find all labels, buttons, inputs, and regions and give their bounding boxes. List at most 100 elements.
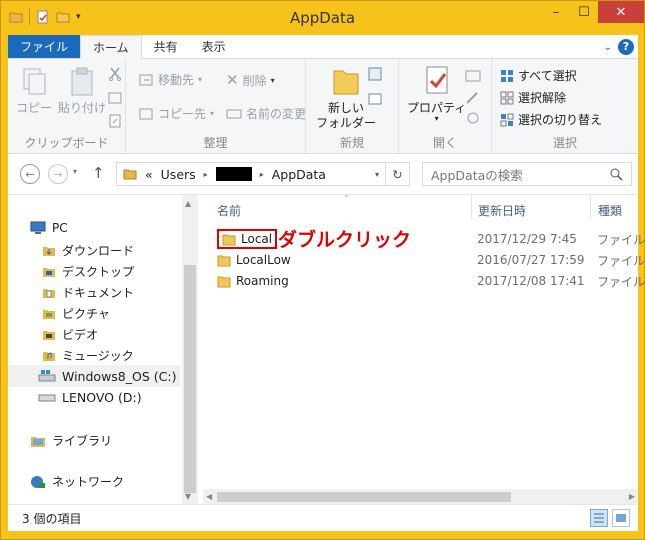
paste-label: 貼り付け: [58, 101, 107, 115]
nav-network-label: ネットワーク: [52, 475, 125, 489]
tab-file[interactable]: ファイル: [8, 35, 81, 58]
forward-button[interactable]: →: [48, 164, 68, 184]
open-group-label: 開く: [432, 136, 457, 150]
select-none-button[interactable]: 選択解除: [500, 89, 566, 106]
file-list: ⌃ 名前 更新日時 種類 Local 2017/12/29 7:45 ファイル …: [203, 194, 645, 505]
nav-libraries[interactable]: ライブラリ: [30, 432, 112, 449]
invert-selection-button[interactable]: 選択の切り替え: [500, 111, 602, 128]
scroll-right-icon[interactable]: ▶: [629, 492, 635, 501]
nav-item-downloads[interactable]: ダウンロード: [42, 242, 134, 259]
open-icon[interactable]: [465, 69, 481, 83]
history-dropdown-icon[interactable]: ▾: [73, 167, 77, 176]
copy-path-icon[interactable]: [108, 91, 122, 105]
new-folder-button[interactable]: 新しい フォルダー: [316, 65, 376, 131]
horizontal-scroll-thumb[interactable]: [217, 492, 511, 502]
help-icon[interactable]: ?: [618, 39, 634, 55]
desktop-folder-icon: [43, 267, 55, 277]
scroll-up-icon[interactable]: ▲: [185, 199, 191, 208]
nav-item-label: ドキュメント: [62, 286, 135, 300]
copy-to-label: コピー先: [158, 107, 207, 121]
refresh-icon[interactable]: ↻: [385, 163, 409, 185]
nav-item-desktop[interactable]: デスクトップ: [42, 263, 134, 280]
column-divider[interactable]: [590, 195, 591, 219]
file-row-locallow[interactable]: LocalLow 2016/07/27 17:59 ファイル: [217, 250, 645, 270]
search-icon[interactable]: [610, 168, 623, 181]
view-buttons: [590, 509, 630, 527]
edit-icon[interactable]: [465, 91, 481, 105]
details-view-icon[interactable]: [590, 509, 608, 527]
nav-item-label: ビデオ: [62, 328, 99, 342]
content-area: PC ダウンロード デスクトップ ドキュメント ピクチャ ビデオ ミュージック …: [8, 194, 645, 505]
path-overflow[interactable]: «: [145, 167, 153, 182]
history-icon[interactable]: [465, 111, 481, 125]
column-divider[interactable]: [471, 195, 472, 219]
maximize-button[interactable]: ☐: [570, 1, 598, 23]
nav-drive-d-label: LENOVO (D:): [62, 390, 142, 405]
properties-icon: [426, 66, 448, 94]
tab-view[interactable]: 表示: [190, 35, 238, 58]
file-row-local[interactable]: Local 2017/12/29 7:45 ファイル: [217, 229, 645, 249]
close-button[interactable]: ✕: [598, 1, 644, 23]
column-type[interactable]: 種類: [598, 202, 622, 219]
properties-button[interactable]: プロパティ ▾: [407, 65, 466, 123]
breadcrumb-chevron-icon[interactable]: ▸: [204, 170, 208, 179]
large-icons-view-icon[interactable]: [612, 509, 630, 527]
rename-button[interactable]: 名前の変更: [226, 105, 306, 122]
cut-icon[interactable]: [108, 67, 122, 81]
nav-item-label: ピクチャ: [62, 307, 110, 321]
horizontal-scrollbar[interactable]: ◀ ▶: [203, 489, 638, 505]
nav-network[interactable]: ネットワーク: [30, 473, 124, 490]
search-input[interactable]: AppDataの検索: [422, 162, 632, 186]
select-all-button[interactable]: すべて選択: [500, 67, 577, 84]
paste-button[interactable]: 貼り付け: [58, 67, 106, 116]
easy-access-icon[interactable]: [368, 91, 386, 107]
new-folder-icon: [333, 70, 359, 95]
file-row-roaming[interactable]: Roaming 2017/12/08 17:41 ファイル: [217, 271, 645, 291]
delete-button[interactable]: ✕ 削除 ▾: [226, 71, 275, 89]
breadcrumb-users[interactable]: Users: [161, 167, 196, 182]
move-to-button[interactable]: 移動先 ▾: [138, 71, 202, 88]
scroll-left-icon[interactable]: ◀: [206, 492, 212, 501]
address-dropdown-icon[interactable]: ▾: [375, 170, 379, 179]
copy-to-button[interactable]: コピー先 ▾: [138, 105, 214, 122]
folder-icon: [123, 169, 137, 180]
drive-icon: [38, 394, 56, 401]
nav-pc[interactable]: PC: [30, 221, 68, 235]
column-date[interactable]: 更新日時: [478, 202, 526, 219]
select-none-icon: [500, 91, 514, 104]
scroll-down-icon[interactable]: ▼: [185, 492, 191, 501]
file-name: LocalLow: [236, 253, 291, 267]
nav-drive-c[interactable]: Windows8_OS (C:): [8, 365, 180, 387]
address-path[interactable]: « Users ▸ ▸ AppData ▾ ↻: [116, 162, 410, 186]
folder-icon: [217, 255, 231, 266]
back-button[interactable]: ←: [20, 164, 40, 184]
status-bar: 3 個の項目: [8, 504, 638, 531]
tab-share[interactable]: 共有: [142, 35, 190, 58]
minimize-button[interactable]: –: [542, 1, 570, 23]
tab-home[interactable]: ホーム: [80, 35, 142, 59]
nav-scroll-thumb[interactable]: [184, 265, 196, 493]
paste-shortcut-icon[interactable]: [108, 114, 122, 128]
collapse-ribbon-icon[interactable]: ⌄: [604, 42, 612, 53]
breadcrumb-chevron-icon[interactable]: ▸: [260, 170, 264, 179]
nav-item-music[interactable]: ミュージック: [42, 347, 134, 364]
nav-item-pictures[interactable]: ピクチャ: [42, 305, 110, 322]
move-to-icon: [139, 74, 153, 85]
music-folder-icon: [43, 351, 55, 361]
documents-folder-icon: [43, 288, 55, 298]
rename-label: 名前の変更: [246, 107, 307, 121]
copy-button[interactable]: コピー: [16, 67, 52, 116]
rename-icon: [226, 109, 242, 118]
new-item-icon[interactable]: [368, 67, 386, 83]
nav-item-videos[interactable]: ビデオ: [42, 326, 98, 343]
nav-drive-d[interactable]: LENOVO (D:): [38, 390, 142, 405]
copy-to-icon: [139, 108, 153, 119]
nav-item-documents[interactable]: ドキュメント: [42, 284, 134, 301]
nav-vertical-scrollbar[interactable]: ▲ ▼: [182, 195, 198, 505]
breadcrumb-appdata[interactable]: AppData: [272, 167, 326, 182]
file-date: 2017/12/08 17:41: [477, 274, 585, 288]
column-name[interactable]: 名前: [217, 202, 241, 219]
new-group-label: 新規: [339, 136, 364, 150]
up-button[interactable]: ↑: [92, 164, 105, 182]
open-group: プロパティ ▾ 開く: [399, 59, 492, 154]
